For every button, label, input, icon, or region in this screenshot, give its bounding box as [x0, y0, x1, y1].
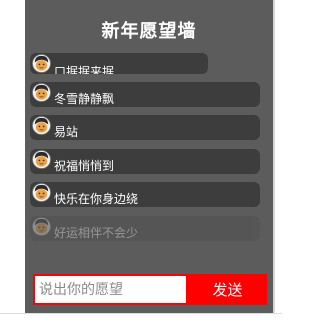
wish-item: 易站: [30, 115, 260, 140]
avatar-icon: [32, 217, 51, 236]
avatar-icon: [32, 183, 51, 202]
wish-item: 祝福悄悄到: [30, 149, 260, 174]
wish-text: 好运相伴不会少: [54, 226, 139, 240]
wish-text: 易站: [54, 125, 79, 139]
wish-input[interactable]: [33, 274, 188, 305]
page-title: 新年愿望墙: [101, 21, 197, 42]
avatar-icon: [32, 54, 51, 73]
divider: [273, 0, 275, 313]
avatar-icon: [32, 83, 51, 102]
wish-form: 发送: [33, 274, 267, 305]
wish-wall: 新年愿望墙 口据据来据 冬雪静静飘 易站 祝福悄悄到 快乐在你身边绕 好运相伴不…: [25, 0, 273, 313]
wish-text: 冬雪静静飘: [54, 92, 115, 106]
divider: [0, 313, 282, 314]
wish-item: 冬雪静静飘: [30, 82, 260, 107]
avatar-icon: [32, 116, 51, 135]
wish-item: 口据据来据: [30, 53, 208, 74]
send-button[interactable]: 发送: [188, 274, 267, 305]
wish-text: 快乐在你身边绕: [54, 192, 139, 206]
wish-item: 快乐在你身边绕: [30, 182, 260, 207]
avatar-icon: [32, 150, 51, 169]
wish-text: 口据据来据: [54, 65, 115, 74]
wish-text: 祝福悄悄到: [54, 159, 115, 173]
wish-item: 好运相伴不会少: [30, 216, 260, 241]
